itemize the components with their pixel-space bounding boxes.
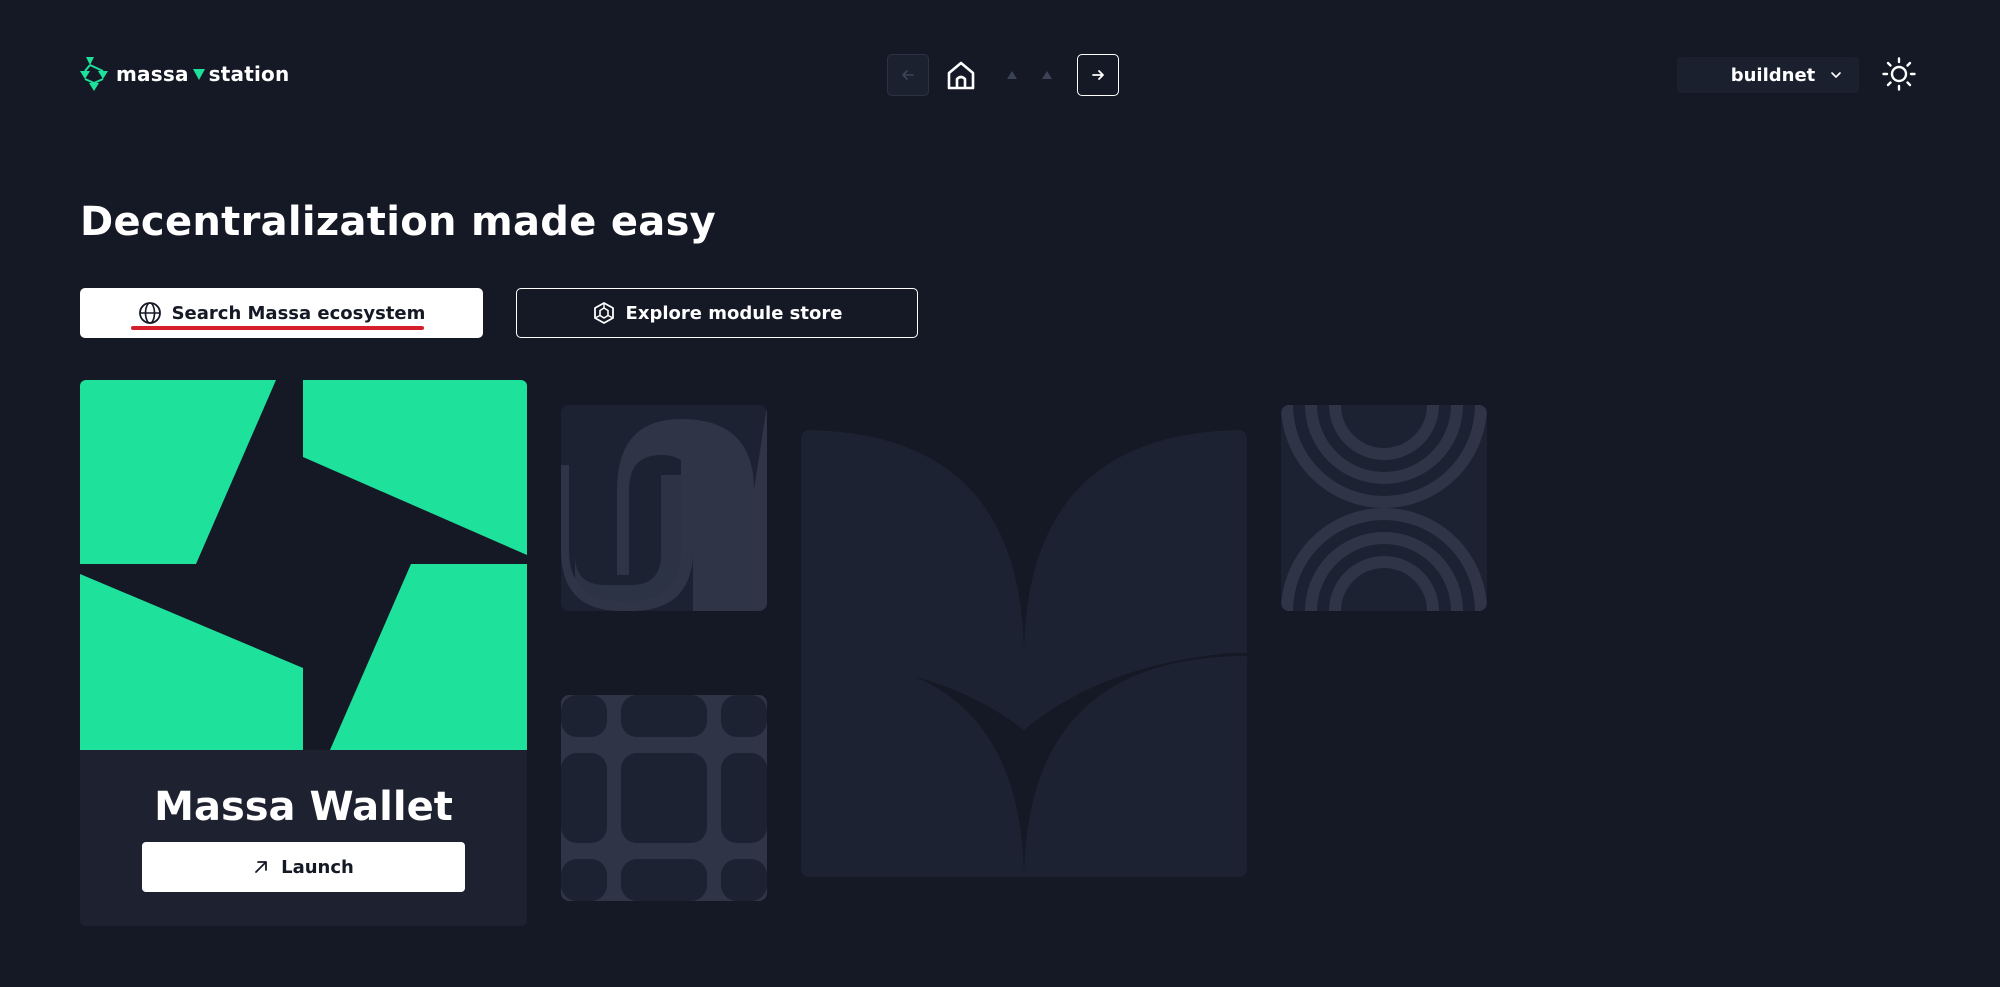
explore-module-store-button[interactable]: Explore module store xyxy=(516,288,918,338)
massa-wallet-card[interactable]: Massa Wallet Launch xyxy=(80,380,527,926)
navigation-controls xyxy=(887,54,1119,96)
forward-button[interactable] xyxy=(1077,54,1119,96)
highlight-underline xyxy=(131,326,424,330)
module-placeholder-tile xyxy=(801,430,1247,877)
module-placeholder-tile xyxy=(1281,405,1487,611)
arrow-up-right-icon xyxy=(255,861,268,873)
arrow-right-icon xyxy=(1092,70,1104,80)
module-cube-icon xyxy=(593,302,614,324)
arrow-left-icon xyxy=(902,70,914,80)
app-header: massa station buildnet xyxy=(0,0,2000,150)
nav-indicator-icon xyxy=(1042,71,1052,79)
logo-text-massa: massa xyxy=(116,62,189,86)
home-button[interactable] xyxy=(940,54,982,96)
network-label: buildnet xyxy=(1730,64,1816,86)
module-placeholder-tile xyxy=(561,695,767,901)
sun-icon xyxy=(1882,57,1916,91)
globe-icon xyxy=(138,302,161,324)
massa-station-logo[interactable]: massa station xyxy=(80,56,289,92)
wallet-card-title: Massa Wallet xyxy=(154,784,453,830)
massa-wallet-logo-icon xyxy=(80,380,527,750)
launch-button[interactable]: Launch xyxy=(142,842,465,892)
logo-text-station: station xyxy=(208,62,290,86)
search-ecosystem-button[interactable]: Search Massa ecosystem xyxy=(80,288,483,338)
page-title: Decentralization made easy xyxy=(80,199,717,245)
theme-toggle-button[interactable] xyxy=(1881,56,1917,92)
search-ecosystem-label: Search Massa ecosystem xyxy=(171,302,426,324)
home-icon xyxy=(947,61,975,90)
module-placeholder-tile xyxy=(561,405,767,611)
nav-indicator-icon xyxy=(1007,71,1017,79)
chevron-down-icon xyxy=(1831,72,1841,78)
explore-module-store-label: Explore module store xyxy=(625,302,843,324)
massa-logo-icon xyxy=(80,57,108,91)
back-button[interactable] xyxy=(887,54,929,96)
launch-label: Launch xyxy=(281,856,354,878)
logo-wordmark: massa station xyxy=(116,62,289,86)
network-select[interactable]: buildnet xyxy=(1677,57,1859,93)
logo-triangle-icon xyxy=(192,68,205,80)
